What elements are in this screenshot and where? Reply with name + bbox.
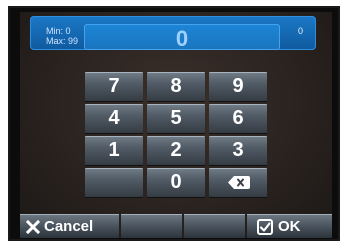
current-value: 0: [175, 26, 189, 51]
value-display-field[interactable]: 0: [84, 24, 280, 51]
ok-label: OK: [278, 218, 301, 235]
device-frame: Min: 0 Max: 99 0 0 7 8 9 4 5 6 1 2 3 0 C…: [8, 6, 340, 241]
footer-blank-1: [121, 214, 182, 238]
numeric-keypad-screen: Min: 0 Max: 99 0 0 7 8 9 4 5 6 1 2 3 0 C…: [20, 12, 332, 238]
key-7[interactable]: 7: [85, 72, 143, 101]
key-2[interactable]: 2: [147, 136, 205, 165]
key-0[interactable]: 0: [147, 168, 205, 197]
backspace-button[interactable]: [209, 168, 267, 197]
key-4[interactable]: 4: [85, 104, 143, 133]
key-8[interactable]: 8: [147, 72, 205, 101]
min-label: Min: 0: [46, 26, 71, 36]
cancel-label: Cancel: [44, 218, 94, 235]
key-1[interactable]: 1: [85, 136, 143, 165]
backspace-icon: [228, 176, 250, 189]
footer-blank-2: [184, 214, 245, 238]
key-blank[interactable]: [85, 168, 143, 197]
footer-bar: Cancel OK: [20, 214, 332, 238]
key-3[interactable]: 3: [209, 136, 267, 165]
key-5[interactable]: 5: [147, 104, 205, 133]
key-9[interactable]: 9: [209, 72, 267, 101]
max-label: Max: 99: [46, 36, 79, 46]
ok-button[interactable]: OK: [247, 214, 332, 238]
checkbox-icon: [257, 219, 273, 235]
value-header: Min: 0 Max: 99 0 0: [30, 16, 316, 51]
key-6[interactable]: 6: [209, 104, 267, 133]
cancel-button[interactable]: Cancel: [20, 214, 119, 238]
counter-label: 0: [298, 26, 304, 36]
range-info: Min: 0 Max: 99: [46, 26, 78, 46]
x-icon: [26, 220, 40, 234]
